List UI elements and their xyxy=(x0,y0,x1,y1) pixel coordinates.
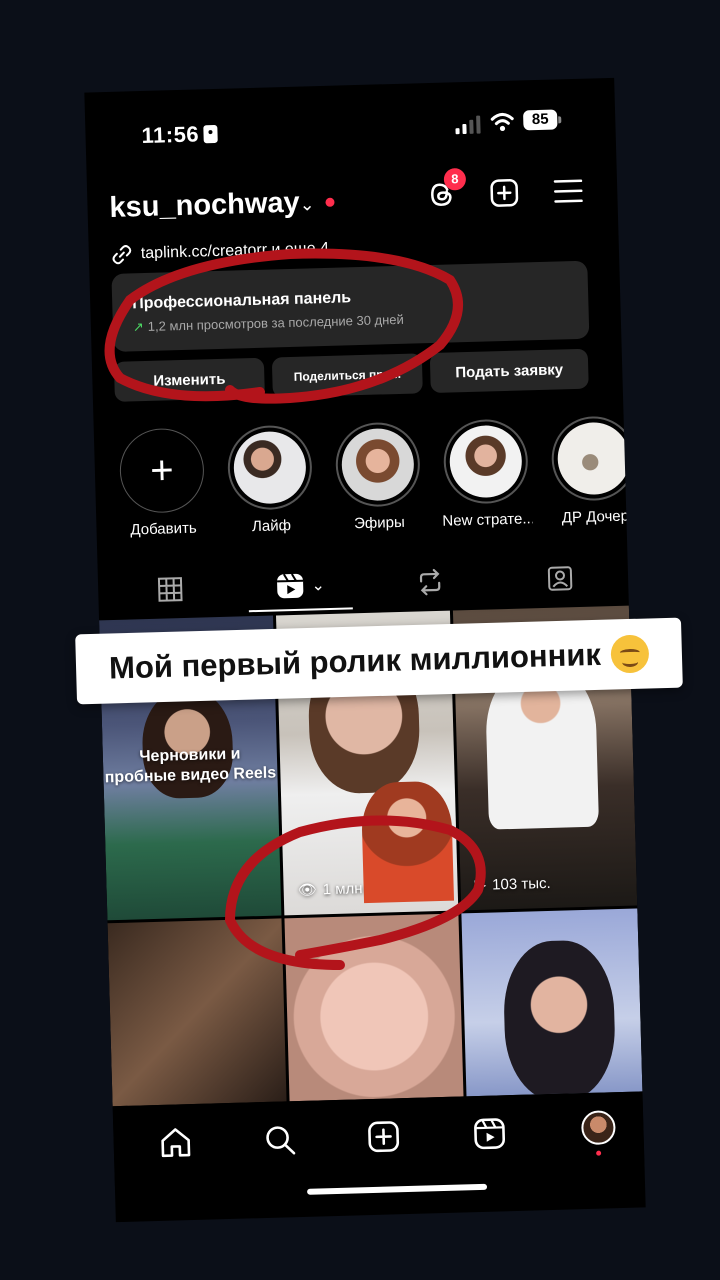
create-icon[interactable] xyxy=(365,1118,402,1155)
reel-thumbnail[interactable] xyxy=(461,908,643,1097)
share-profile-button[interactable]: Поделиться про... xyxy=(271,353,423,398)
reel-inset xyxy=(360,780,455,904)
highlight-item[interactable]: ДР Дочер xyxy=(548,415,641,526)
contact-card-icon xyxy=(203,124,218,144)
reel-person xyxy=(502,939,617,1097)
profile-username[interactable]: ksu_nochway xyxy=(109,187,300,225)
bio-links[interactable]: taplink.cc/creatorr и еще 4 xyxy=(111,238,330,266)
home-indicator[interactable] xyxy=(307,1183,488,1195)
grid-icon xyxy=(157,577,183,602)
cellular-signal-icon xyxy=(455,115,481,135)
play-icon: ▷ xyxy=(474,876,487,895)
plus-icon[interactable]: + xyxy=(118,427,206,514)
reel-thumbnail[interactable] xyxy=(284,913,464,1102)
tab-reposts[interactable] xyxy=(379,556,480,609)
threads-badge: 8 xyxy=(443,168,467,191)
highlight-label: Добавить xyxy=(130,519,197,539)
highlight-label: ДР Дочер xyxy=(561,507,630,527)
reels-nav-icon[interactable] xyxy=(471,1115,508,1152)
profile-actions: Изменить Поделиться про... Подать заявку xyxy=(113,348,589,402)
link-icon xyxy=(112,245,132,265)
notification-dot xyxy=(325,197,335,207)
tab-tagged[interactable] xyxy=(509,552,610,605)
caption-text: Мой первый ролик миллионник xyxy=(108,636,602,686)
bio-link-text[interactable]: taplink.cc/creatorr и еще 4 xyxy=(141,240,330,263)
highlight-item[interactable]: New страте... xyxy=(440,418,533,530)
smiling-face-emoji-icon xyxy=(610,634,650,674)
reels-icon xyxy=(277,573,304,599)
create-post-icon[interactable] xyxy=(489,178,520,209)
highlight-cover xyxy=(448,424,523,499)
apply-button[interactable]: Подать заявку xyxy=(429,348,589,394)
highlight-add[interactable]: + Добавить xyxy=(116,427,209,539)
reel-views: 103 тыс. xyxy=(491,874,551,894)
home-icon[interactable] xyxy=(157,1124,194,1161)
highlight-label: New страте... xyxy=(442,510,533,530)
drafts-label: Черновики и пробные видео Reels xyxy=(104,745,277,787)
highlight-label: Лайф xyxy=(251,517,292,536)
highlight-cover xyxy=(340,427,415,502)
chevron-down-icon[interactable]: ⌄ xyxy=(299,194,315,215)
profile-tabs: ⌄ xyxy=(98,552,629,617)
professional-dashboard-stats: 1,2 млн просмотров за последние 30 дней xyxy=(147,311,405,334)
edit-profile-button[interactable]: Изменить xyxy=(113,357,265,402)
chevron-down-icon: ⌄ xyxy=(311,577,326,595)
repost-icon xyxy=(419,568,441,596)
story-highlights: + Добавить Лайф Эфиры New страте... ДР Д… xyxy=(116,415,639,549)
professional-dashboard[interactable]: Профессиональная панель ↗ 1,2 млн просмот… xyxy=(111,260,590,352)
highlight-item[interactable]: Лайф xyxy=(224,424,317,535)
reel-views: 1 млн xyxy=(322,879,363,898)
wifi-icon xyxy=(490,112,514,132)
notification-dot xyxy=(596,1150,602,1156)
hamburger-menu-icon[interactable] xyxy=(553,178,584,205)
search-icon[interactable] xyxy=(261,1121,298,1158)
highlight-cover xyxy=(556,421,631,496)
status-time: 11:56 xyxy=(141,121,200,149)
highlight-label: Эфиры xyxy=(353,513,406,533)
battery-indicator: 85 xyxy=(522,109,558,131)
tab-reels[interactable]: ⌄ xyxy=(250,559,351,612)
status-bar: 11:56 85 xyxy=(84,78,616,163)
tagged-icon xyxy=(547,566,573,591)
reel-thumbnail[interactable] xyxy=(107,918,287,1107)
tab-grid[interactable] xyxy=(120,563,221,616)
profile-avatar[interactable] xyxy=(580,1110,616,1146)
eye-icon: 👁 xyxy=(297,881,317,899)
highlight-item[interactable]: Эфиры xyxy=(332,421,425,532)
highlight-cover xyxy=(232,430,307,505)
trend-up-icon: ↗ xyxy=(132,319,144,335)
bottom-navigation xyxy=(112,1091,645,1187)
professional-dashboard-title: Профессиональная панель xyxy=(132,289,352,313)
